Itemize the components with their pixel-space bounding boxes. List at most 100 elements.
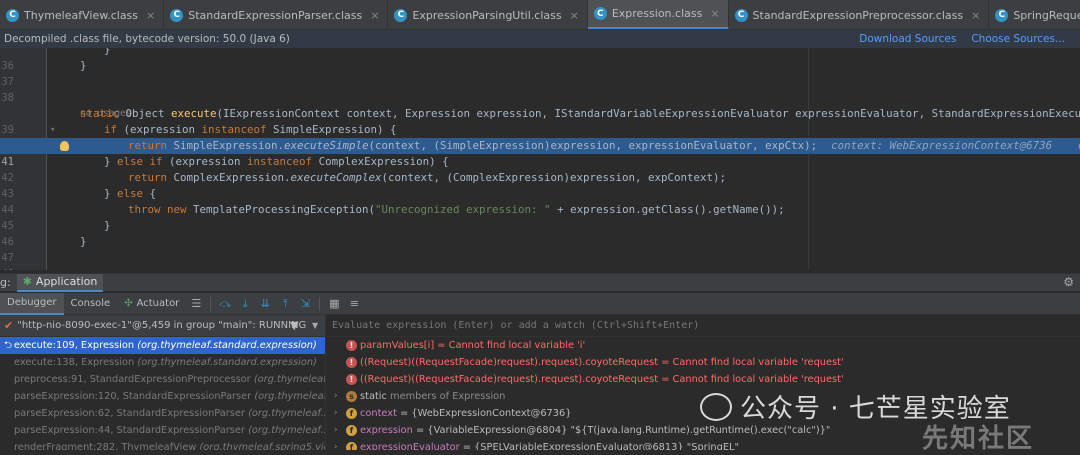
- variable-row[interactable]: ! paramValues[i] = Cannot find local vari…: [326, 337, 1080, 354]
- banner-text: Decompiled .class file, bytecode version…: [4, 33, 290, 45]
- expand-arrow-icon[interactable]: ›: [334, 422, 338, 439]
- stack-frame[interactable]: parseExpression:62, StandardExpressionPa…: [0, 405, 325, 422]
- close-icon[interactable]: ×: [146, 9, 155, 22]
- force-step-into-icon[interactable]: ⇊: [256, 295, 274, 313]
- tab-label: StandardExpressionPreprocessor.class: [752, 8, 964, 22]
- code-line-45[interactable]: 45 throw new TemplateProcessingException…: [0, 202, 1080, 232]
- frame-package: (org.thymeleaf.standard.expression): [137, 340, 317, 351]
- code-token: throw: [128, 203, 168, 216]
- code-token: return: [128, 139, 174, 152]
- close-icon[interactable]: ×: [710, 7, 719, 20]
- frame-method: parseExpression:62, StandardExpressionPa…: [14, 408, 249, 419]
- field-icon: f: [346, 408, 357, 419]
- thread-selector[interactable]: ✔ "http-nio-8090-exec-1"@5,459 in group …: [0, 315, 325, 337]
- class-file-icon: C: [593, 7, 607, 20]
- stack-frame[interactable]: renderFragment:282, ThymeleafView (org.t…: [0, 439, 325, 450]
- frame-package: (org.thymeleaf.standard.expression): [137, 357, 317, 368]
- code-line-37[interactable]: 37 }: [0, 58, 1080, 88]
- frame-package: (org.thymeleaf.standa: [248, 408, 325, 419]
- close-icon[interactable]: ×: [971, 9, 980, 22]
- evaluate-expression-icon[interactable]: ▦: [325, 295, 343, 313]
- lightbulb-icon[interactable]: [60, 141, 69, 151]
- tab-2[interactable]: C ExpressionParsingUtil.class ×: [388, 0, 588, 29]
- variable-row[interactable]: ! ((Request)((RequestFacade)request).requ…: [326, 371, 1080, 388]
- close-icon[interactable]: ×: [370, 9, 379, 22]
- frame-method: parseExpression:120, StandardExpressionP…: [14, 391, 255, 402]
- code-line-47[interactable]: 47 }: [0, 234, 1080, 264]
- error-icon: !: [346, 340, 357, 351]
- tab-4[interactable]: C StandardExpressionPreprocessor.class ×: [729, 0, 990, 29]
- code-line-44[interactable]: 44 } else {: [0, 186, 1080, 216]
- run-config-tab-application[interactable]: ✱ Application: [16, 273, 104, 292]
- tab-debugger[interactable]: Debugger: [0, 292, 64, 315]
- code-line-38[interactable]: 38: [0, 74, 1080, 104]
- code-text: }: [104, 48, 111, 56]
- code-token: {: [149, 187, 157, 200]
- code-editor[interactable]: 36 } 37 } 38 no usages 39 @ static Objec…: [0, 48, 1080, 270]
- variable-value: {SPELVariableExpressionEvaluator@6813} "…: [474, 442, 739, 450]
- stack-frame[interactable]: parseExpression:44, StandardExpressionPa…: [0, 422, 325, 439]
- choose-sources-link[interactable]: Choose Sources...: [971, 33, 1065, 45]
- step-into-icon[interactable]: ⤓: [236, 295, 254, 313]
- stack-frame[interactable]: ⮌ execute:109, Expression (org.thymeleaf.…: [0, 337, 325, 354]
- close-icon[interactable]: ×: [570, 9, 579, 22]
- tab-console[interactable]: Console: [64, 293, 118, 315]
- tab-1[interactable]: C StandardExpressionParser.class ×: [164, 0, 389, 29]
- trace-stream-icon[interactable]: ≡: [345, 295, 363, 313]
- variable-name: ((Request)((RequestFacade)request).reque…: [360, 374, 659, 385]
- code-token: static: [80, 107, 126, 120]
- code-line-41-current[interactable]: 41 return SimpleExpression.executeSimple…: [0, 138, 1080, 168]
- run-to-cursor-icon[interactable]: ⇲: [296, 295, 314, 313]
- variable-sep: =: [412, 425, 428, 436]
- fold-marker-icon[interactable]: ▾: [50, 122, 55, 138]
- code-line-48[interactable]: 48: [0, 250, 1080, 270]
- expand-arrow-icon[interactable]: ›: [334, 388, 338, 405]
- tab-0[interactable]: C ThymeleafView.class ×: [0, 0, 165, 29]
- variable-value: Cannot find local variable 'request': [672, 357, 844, 368]
- line-number: 48: [0, 266, 14, 270]
- step-over-icon[interactable]: ⤼: [216, 295, 234, 313]
- expand-arrow-icon[interactable]: ›: [334, 405, 338, 422]
- frame-method: execute:138, Expression: [14, 357, 138, 368]
- class-file-icon: C: [6, 8, 19, 22]
- class-file-icon: C: [995, 8, 1009, 22]
- code-token: executeComplex: [290, 171, 382, 184]
- tab-actuator[interactable]: ✣ Actuator: [117, 293, 186, 315]
- code-line-36[interactable]: 36 }: [0, 48, 1080, 72]
- expand-arrow-icon[interactable]: ›: [334, 439, 338, 450]
- filter-icon[interactable]: ▼: [290, 319, 298, 332]
- wechat-logo-icon: [700, 392, 732, 421]
- gear-icon[interactable]: ⚙: [1063, 275, 1074, 289]
- code-token: "Unrecognized expression: ": [375, 203, 551, 216]
- stack-frame[interactable]: parseExpression:120, StandardExpressionP…: [0, 388, 325, 405]
- code-line-46[interactable]: 46 }: [0, 218, 1080, 248]
- code-token: instanceof: [201, 123, 274, 136]
- variable-sep: =: [434, 340, 449, 351]
- code-text: }: [104, 219, 111, 232]
- code-token: TemplateProcessingException(: [193, 203, 376, 216]
- class-file-icon: C: [394, 8, 408, 22]
- tab-actuator-label: Actuator: [136, 298, 180, 309]
- tab-3[interactable]: C Expression.class ×: [587, 0, 729, 29]
- evaluate-expression-input[interactable]: Evaluate expression (Enter) or add a wat…: [326, 315, 1080, 337]
- variable-name: expression: [360, 425, 413, 436]
- code-line-43[interactable]: 43 return ComplexExpression.executeCompl…: [0, 170, 1080, 200]
- frames-panel: ✔ "http-nio-8090-exec-1"@5,459 in group …: [0, 315, 326, 450]
- variable-row[interactable]: ! ((Request)((RequestFacade)request).requ…: [326, 354, 1080, 371]
- code-line-39[interactable]: 39 @ static Object execute(IExpressionCo…: [0, 106, 1080, 152]
- step-out-icon[interactable]: ⤒: [276, 295, 294, 313]
- code-token: }: [104, 155, 118, 168]
- stack-frame[interactable]: preprocess:91, StandardExpressionPreproc…: [0, 371, 325, 388]
- code-line-40[interactable]: 40 ▾ if (expression instanceof SimpleExp…: [0, 122, 1080, 152]
- chevron-down-icon[interactable]: ▼: [312, 321, 318, 330]
- code-token: executeSimple: [284, 139, 369, 152]
- layout-menu-icon[interactable]: ☰: [187, 295, 205, 313]
- download-sources-link[interactable]: Download Sources: [859, 33, 956, 45]
- variable-name: static: [360, 391, 387, 402]
- frame-method: renderFragment:282, ThymeleafView: [14, 442, 200, 450]
- stack-frame[interactable]: execute:138, Expression (org.thymeleaf.s…: [0, 354, 325, 371]
- frame-method: preprocess:91, StandardExpressionPreproc…: [14, 374, 254, 385]
- code-token: (expression: [123, 123, 202, 136]
- code-line-42[interactable]: 42 } else if (expression instanceof Comp…: [0, 154, 1080, 184]
- tab-5[interactable]: CSpringRequestUtils.class×: [989, 0, 1080, 29]
